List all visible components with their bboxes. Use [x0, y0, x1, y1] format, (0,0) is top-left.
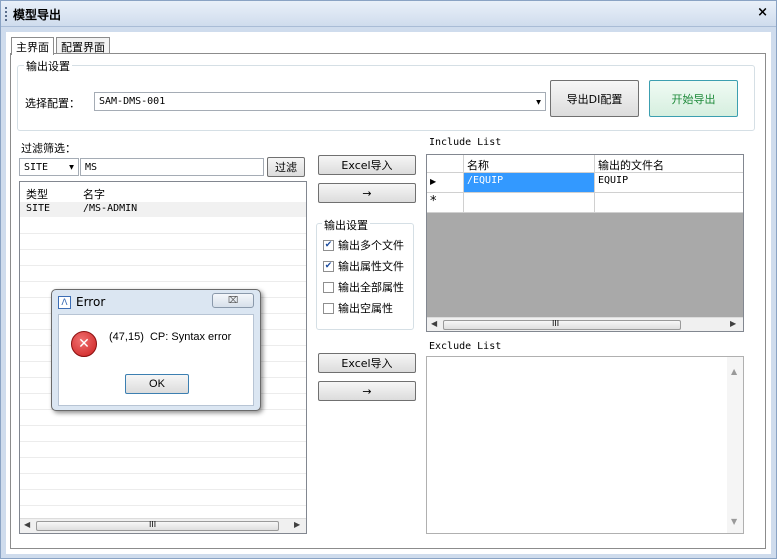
scroll-right-icon[interactable]: ▶	[730, 319, 736, 328]
list-item[interactable]: SITE /MS-ADMIN	[20, 202, 306, 217]
row-current-icon[interactable]: ▶	[427, 173, 464, 193]
excel-import-include-button[interactable]: Excel导入	[318, 155, 416, 175]
tab-config[interactable]: 配置界面	[56, 37, 110, 54]
error-icon: ✕	[71, 331, 97, 357]
filter-type-value: SITE	[24, 161, 49, 173]
error-dialog-content: ✕ (47,15) CP: Syntax error OK	[58, 314, 254, 406]
output-settings-legend: 输出设置	[24, 58, 72, 74]
config-select-value: SAM-DMS-001	[99, 96, 166, 107]
scroll-down-icon[interactable]: ▼	[731, 517, 737, 526]
excel-import-exclude-button[interactable]: Excel导入	[318, 353, 416, 373]
app-icon: Λ	[58, 296, 71, 309]
scroll-left-icon[interactable]: ◀	[431, 319, 437, 328]
scroll-right-icon[interactable]: ▶	[294, 520, 300, 529]
scroll-thumb[interactable]: III	[443, 319, 681, 330]
new-row-icon[interactable]: *	[427, 193, 464, 213]
column-header-name[interactable]: 名称	[464, 155, 595, 173]
include-list-grid[interactable]: 名称 输出的文件名 ▶ /EQUIP EQUIP * ◀ III ▶	[426, 154, 744, 332]
column-header-type[interactable]: 类型	[26, 186, 48, 202]
config-label: 选择配置：	[25, 97, 80, 110]
ok-button[interactable]: OK	[125, 374, 189, 394]
new-row-name-cell[interactable]	[464, 193, 595, 213]
grid-empty-area	[427, 213, 743, 317]
option-all-properties[interactable]: 输出全部属性	[323, 279, 404, 295]
include-row-filename[interactable]: EQUIP	[595, 173, 743, 193]
chevron-down-icon[interactable]: ▼	[69, 163, 74, 172]
error-message: (47,15) CP: Syntax error	[109, 331, 232, 343]
grid-corner	[427, 155, 464, 173]
checkbox-checked-icon[interactable]: ✔	[323, 260, 334, 272]
row-name: /MS-ADMIN	[83, 203, 138, 214]
title-bar[interactable]: 模型导出 ×	[1, 1, 776, 27]
window-title: 模型导出	[13, 8, 62, 22]
chevron-down-icon[interactable]: ▼	[536, 97, 541, 106]
row-type: SITE	[26, 203, 51, 214]
checkbox-unchecked-icon[interactable]	[323, 281, 334, 293]
grip-icon	[5, 7, 7, 21]
option-empty-properties[interactable]: 输出空属性	[323, 300, 393, 316]
scroll-left-icon[interactable]: ◀	[24, 520, 30, 529]
column-header-filename[interactable]: 输出的文件名	[595, 155, 743, 173]
scroll-thumb[interactable]: III	[36, 520, 279, 531]
add-to-exclude-button[interactable]: →	[318, 381, 416, 401]
add-to-include-button[interactable]: →	[318, 183, 416, 203]
checkbox-unchecked-icon[interactable]	[323, 302, 334, 314]
include-list-legend: Include List	[427, 137, 504, 148]
scroll-up-icon[interactable]: ▲	[731, 367, 737, 376]
output-options-legend: 输出设置	[322, 217, 370, 233]
option-property-file[interactable]: ✔ 输出属性文件	[323, 258, 404, 274]
filter-text-input[interactable]: MS	[80, 158, 264, 176]
option-multiple-files[interactable]: ✔ 输出多个文件	[323, 237, 404, 253]
config-select[interactable]: SAM-DMS-001 ▼	[94, 92, 546, 111]
include-list-hscrollbar[interactable]: ◀ III ▶	[427, 317, 743, 331]
include-row-name[interactable]: /EQUIP	[464, 173, 595, 193]
model-export-window: 模型导出 × 主界面 配置界面 输出设置 选择配置： SAM-DMS-001 ▼…	[0, 0, 777, 559]
dialog-close-button[interactable]: ⌧	[212, 293, 254, 308]
filter-button[interactable]: 过滤	[267, 157, 305, 177]
filter-list-hscrollbar[interactable]: ◀ III ▶	[20, 518, 306, 533]
exclude-list[interactable]: ▲ ▼	[426, 356, 744, 534]
export-di-config-button[interactable]: 导出DI配置	[550, 80, 639, 117]
exclude-list-legend: Exclude List	[427, 341, 504, 352]
tab-main[interactable]: 主界面	[11, 37, 54, 55]
error-dialog: Λ Error ⌧ ✕ (47,15) CP: Syntax error OK	[51, 289, 261, 411]
start-export-button[interactable]: 开始导出	[649, 80, 738, 117]
filter-type-select[interactable]: SITE ▼	[19, 158, 79, 176]
error-dialog-title: Error	[76, 295, 106, 309]
exclude-list-vscrollbar[interactable]: ▲ ▼	[727, 357, 743, 533]
filter-legend: 过滤筛选：	[19, 140, 78, 156]
checkbox-checked-icon[interactable]: ✔	[323, 239, 334, 251]
new-row-filename-cell[interactable]	[595, 193, 743, 213]
close-icon[interactable]: ×	[757, 5, 768, 20]
column-header-name[interactable]: 名字	[83, 186, 105, 202]
